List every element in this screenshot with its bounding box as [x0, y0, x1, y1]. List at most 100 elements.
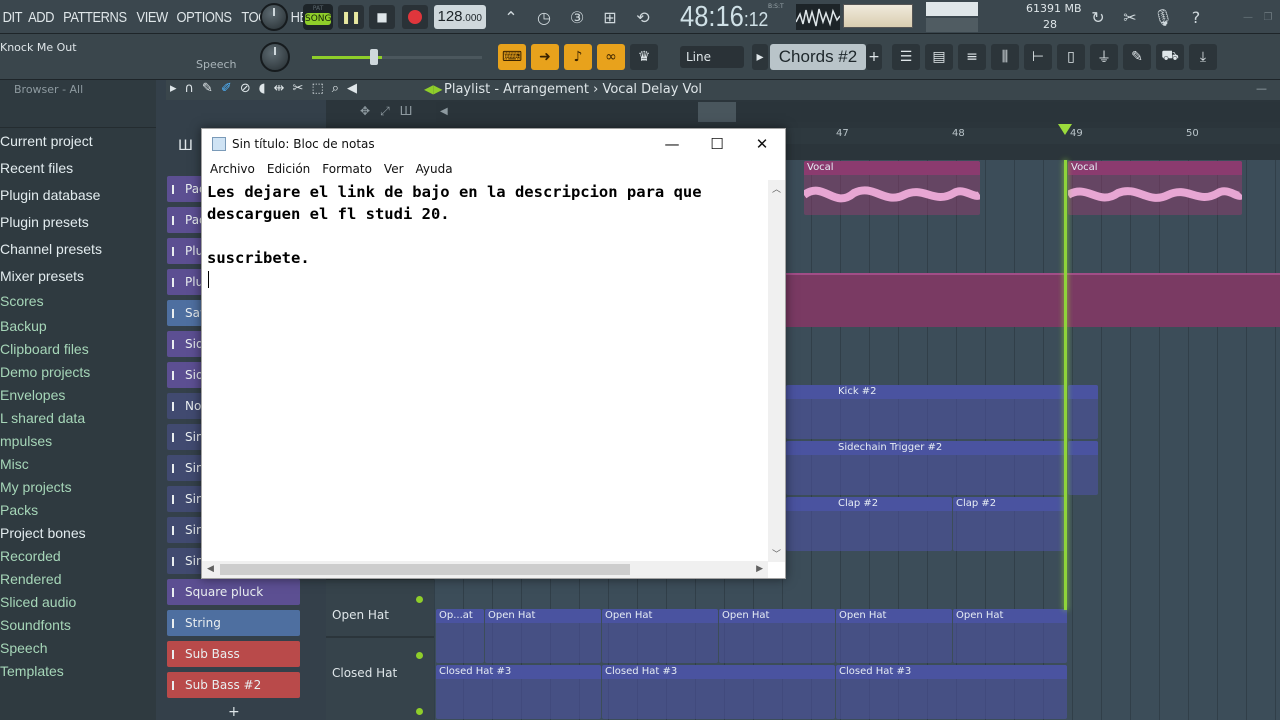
master-volume-knob[interactable]: [260, 3, 288, 31]
track-led-icon[interactable]: [416, 596, 423, 603]
channel-button[interactable]: Square pluck: [167, 579, 300, 605]
menu-archivo[interactable]: Archivo: [204, 162, 261, 176]
paint-icon[interactable]: ✐: [221, 81, 232, 96]
piano-roll-button[interactable]: ▤: [925, 44, 953, 70]
clip-open-hat[interactable]: Op...at: [436, 609, 484, 663]
magnet-icon[interactable]: ∩: [185, 81, 195, 96]
menu-patterns[interactable]: PATTERNS: [60, 9, 130, 26]
clip-open-hat[interactable]: Open Hat: [953, 609, 1067, 663]
clip-open-hat[interactable]: Open Hat: [719, 609, 835, 663]
piano-icon[interactable]: Ш: [400, 104, 413, 119]
minimize-button[interactable]: —: [649, 129, 695, 159]
clip-kick[interactable]: Kick #2: [786, 385, 1066, 439]
master-volume-slider-handle[interactable]: [370, 49, 378, 65]
tempo-tapper-button[interactable]: ✎: [1123, 44, 1151, 70]
cut-icon[interactable]: ✂: [1118, 5, 1142, 29]
mixer-button[interactable]: ⫼: [991, 44, 1019, 70]
countdown-icon[interactable]: ③: [565, 5, 589, 29]
record-button[interactable]: [402, 5, 428, 29]
browser-item-soundfonts[interactable]: Soundfonts: [0, 614, 156, 637]
playhead-marker-icon[interactable]: [1058, 124, 1072, 135]
metronome-icon[interactable]: ⌃: [499, 5, 523, 29]
restore-icon[interactable]: ❐: [1256, 5, 1280, 29]
clip-open-hat[interactable]: Open Hat: [485, 609, 601, 663]
clip-closed-hat[interactable]: Closed Hat #3: [436, 665, 601, 719]
link-button[interactable]: ∞: [597, 44, 625, 70]
undo-icon[interactable]: ↻: [1086, 5, 1110, 29]
add-channel-icon[interactable]: +: [228, 704, 240, 720]
wire-icon[interactable]: ⤢: [380, 104, 390, 119]
pattern-selector[interactable]: Chords #2: [770, 44, 866, 70]
clip-clap[interactable]: Clap #2: [953, 497, 1067, 551]
select-icon[interactable]: ⬚: [311, 81, 323, 96]
stop-button[interactable]: ■: [369, 5, 395, 29]
pattern-prev-button[interactable]: ▸: [752, 44, 768, 70]
track-led-icon[interactable]: [416, 708, 423, 715]
maximize-button[interactable]: ☐: [694, 129, 740, 159]
scroll-right-icon[interactable]: ▶: [756, 564, 763, 574]
delete-icon[interactable]: ⊘: [240, 81, 251, 96]
browser-item-misc[interactable]: Misc: [0, 453, 156, 476]
project-button[interactable]: ▯: [1057, 44, 1085, 70]
plugin-picker-button[interactable]: ⏚: [1090, 44, 1118, 70]
mute-icon[interactable]: ◖: [259, 81, 266, 96]
tempo-display[interactable]: 128.000: [434, 5, 486, 29]
browser-item-impulses[interactable]: mpulses: [0, 430, 156, 453]
playlist-maximize-icon[interactable]: —: [1256, 82, 1267, 95]
clip-closed-hat[interactable]: Closed Hat #3: [602, 665, 835, 719]
menu-add[interactable]: ADD: [24, 9, 57, 26]
playhead[interactable]: [1064, 160, 1067, 610]
browser-item-mixer-presets[interactable]: Mixer presets: [0, 263, 156, 290]
snap-selector[interactable]: Line: [680, 46, 744, 68]
menu-ver[interactable]: Ver: [378, 162, 410, 176]
scroll-left-icon[interactable]: ◀: [207, 564, 214, 574]
zoom-icon[interactable]: ⌕: [332, 81, 339, 96]
browser-item-scores[interactable]: Scores: [0, 290, 156, 315]
menu-ayuda[interactable]: Ayuda: [410, 162, 459, 176]
clip-open-hat[interactable]: Open Hat: [602, 609, 718, 663]
tag-button[interactable]: ⛟: [1156, 44, 1184, 70]
browser-item-recent-files[interactable]: Recent files: [0, 155, 156, 182]
add-pattern-button[interactable]: +: [866, 44, 882, 70]
channel-rack-button[interactable]: ≡: [958, 44, 986, 70]
playlist-window-button[interactable]: ☰: [892, 44, 920, 70]
automation-lane[interactable]: [786, 273, 1280, 327]
slice-icon[interactable]: ✂: [293, 81, 304, 96]
track-header-open-hat[interactable]: Open Hat: [326, 580, 434, 636]
clip-closed-hat[interactable]: Closed Hat #3: [836, 665, 1067, 719]
loop-record-icon[interactable]: ⟲: [631, 5, 655, 29]
stamp-button[interactable]: ♛: [630, 44, 658, 70]
clip-clap[interactable]: Clap #2: [786, 497, 952, 551]
menu-options[interactable]: OPTIONS: [173, 9, 235, 26]
notepad-text-area[interactable]: Les dejare el link de bajo en la descrip…: [207, 181, 772, 269]
clip-kick-tail[interactable]: [1068, 385, 1098, 439]
browser-item-demo-projects[interactable]: Demo projects: [0, 361, 156, 384]
download-button[interactable]: ⤓: [1189, 44, 1217, 70]
close-button[interactable]: ✕: [739, 129, 785, 159]
play-pause-button[interactable]: ❚❚: [338, 5, 364, 29]
song-position-clock[interactable]: 48:16:12: [680, 1, 768, 33]
scroll-left-icon[interactable]: ◀: [440, 106, 448, 117]
typing-keyboard-button[interactable]: ⌨: [498, 44, 526, 70]
pat-song-toggle[interactable]: PAT SONG: [303, 4, 333, 30]
step-edit-icon[interactable]: ⊞: [598, 5, 622, 29]
browser-header[interactable]: Browser - All: [0, 80, 156, 100]
move-icon[interactable]: ✥: [360, 104, 370, 119]
track-led-icon[interactable]: [416, 652, 423, 659]
channel-button[interactable]: Sub Bass #2: [167, 672, 300, 698]
browser-item-sliced-audio[interactable]: Sliced audio: [0, 591, 156, 614]
overview-window[interactable]: [698, 102, 736, 122]
browser-item-envelopes[interactable]: Envelopes: [0, 384, 156, 407]
help-icon[interactable]: ?: [1184, 5, 1208, 29]
scroll-down-icon[interactable]: ﹀: [772, 547, 781, 560]
slip-icon[interactable]: ⇹: [274, 81, 285, 96]
clip-sidechain-tail[interactable]: [1068, 441, 1098, 495]
channel-button[interactable]: String: [167, 610, 300, 636]
channel-button[interactable]: Sub Bass: [167, 641, 300, 667]
browser-item-shared-data[interactable]: L shared data: [0, 407, 156, 430]
speaker-icon[interactable]: ◀: [347, 81, 357, 96]
microphone-icon[interactable]: 🎙: [1151, 5, 1175, 29]
horizontal-scrollbar[interactable]: ◀ ▶: [202, 561, 768, 578]
wait-input-icon[interactable]: ◷: [532, 5, 556, 29]
browser-item-plugin-database[interactable]: Plugin database: [0, 182, 156, 209]
